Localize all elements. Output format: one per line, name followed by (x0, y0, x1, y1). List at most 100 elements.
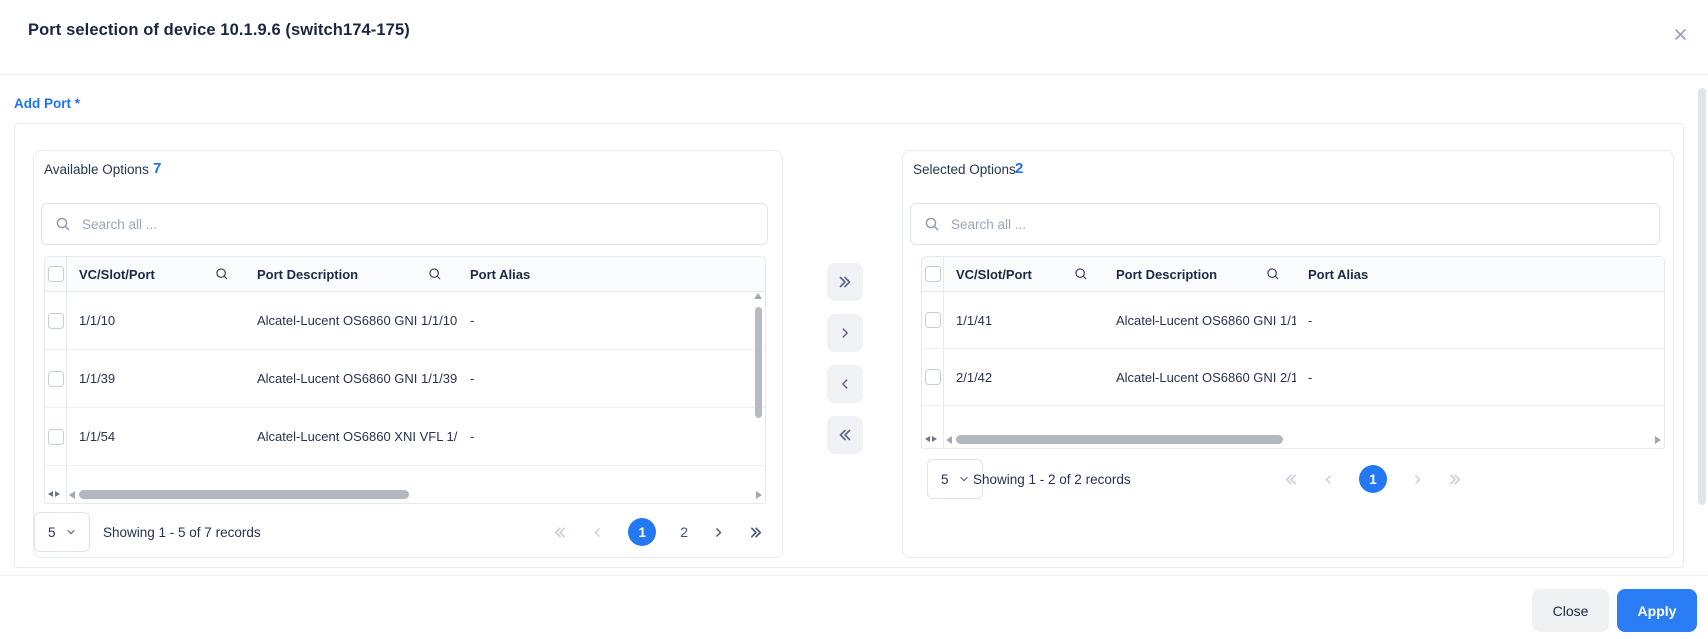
first-page-button[interactable] (552, 525, 567, 540)
pager: 1 (1283, 458, 1463, 500)
header-checkbox-cell (45, 257, 67, 291)
scroll-up-arrow-icon[interactable] (754, 293, 762, 299)
table-row[interactable]: 1/1/39 Alcatel-Lucent OS6860 GNI 1/1/39 … (45, 350, 765, 408)
scroll-right-arrow-icon[interactable] (1655, 436, 1661, 444)
cell-alias: - (470, 313, 475, 328)
column-header-description: Port Description (1104, 267, 1296, 282)
selected-options-count: 2 (1015, 160, 1024, 177)
apply-button[interactable]: Apply (1617, 589, 1697, 632)
cell-description: Alcatel-Lucent OS6860 XNI VFL 1/1/54 (257, 429, 458, 444)
move-all-right-button[interactable] (827, 263, 863, 301)
chevron-down-icon (958, 473, 970, 485)
column-label: VC/Slot/Port (956, 266, 1032, 282)
row-checkbox-cell (45, 350, 67, 407)
last-page-button[interactable] (749, 525, 764, 540)
horizontal-scroll-thumb[interactable] (79, 490, 409, 499)
records-summary: Showing 1 - 5 of 7 records (103, 524, 261, 540)
table-header-row: VC/Slot/Port Port Description Port Alias (922, 257, 1664, 292)
page-size-value: 5 (48, 524, 56, 540)
column-search-icon[interactable] (215, 267, 229, 281)
search-input[interactable] (949, 215, 1659, 233)
available-table: VC/Slot/Port Port Description Port Alias… (44, 256, 766, 504)
column-header-alias: Port Alias (1308, 266, 1369, 282)
column-search-icon[interactable] (1074, 267, 1088, 281)
column-header-description: Port Description (245, 267, 458, 282)
page-button-1[interactable]: 1 (1359, 465, 1387, 493)
page-vertical-scrollbar[interactable] (1698, 88, 1706, 505)
chevron-down-icon (65, 526, 77, 538)
scroll-right-arrow-icon[interactable] (756, 491, 762, 499)
row-checkbox[interactable] (47, 370, 64, 387)
row-checkbox[interactable] (47, 428, 64, 445)
cell-port: 1/1/39 (79, 371, 116, 386)
row-checkbox[interactable] (924, 312, 941, 328)
double-chevron-left-icon (837, 427, 853, 443)
row-checkbox-cell (45, 292, 67, 349)
column-header-alias: Port Alias (470, 266, 531, 282)
cell-port: 1/1/54 (79, 429, 116, 444)
selected-options-title: Selected Options (913, 162, 1016, 177)
horizontal-scrollbar[interactable] (922, 435, 1664, 445)
move-all-left-button[interactable] (827, 416, 863, 454)
dialog-title: Port selection of device 10.1.9.6 (switc… (28, 21, 410, 39)
prev-page-button[interactable] (1322, 473, 1335, 486)
page-button-1[interactable]: 1 (628, 518, 657, 546)
move-right-button[interactable] (827, 314, 863, 352)
next-page-button[interactable] (1411, 473, 1424, 486)
select-all-checkbox[interactable] (47, 266, 64, 282)
column-label: Port Description (257, 266, 359, 282)
prev-page-button[interactable] (591, 526, 604, 539)
double-chevron-right-icon (837, 274, 853, 290)
chevron-left-icon (838, 377, 852, 391)
move-left-button[interactable] (827, 365, 863, 403)
dialog-header: Port selection of device 10.1.9.6 (switc… (0, 0, 1708, 75)
column-header-port: VC/Slot/Port (67, 267, 245, 282)
row-checkbox-cell (922, 349, 944, 405)
row-checkbox-cell (922, 292, 944, 348)
close-icon (1673, 27, 1688, 42)
horizontal-scroll-thumb[interactable] (956, 435, 1283, 444)
search-icon (55, 216, 71, 232)
cell-description: Alcatel-Lucent OS6860 GNI 1/1/39 (257, 371, 458, 386)
select-all-checkbox[interactable] (924, 266, 941, 282)
search-input[interactable] (80, 215, 767, 233)
page-size-select[interactable]: 5 (34, 512, 90, 552)
selected-search (910, 203, 1660, 245)
chevron-right-icon (838, 326, 852, 340)
first-page-button[interactable] (1283, 472, 1298, 487)
vertical-scrollbar[interactable] (753, 293, 763, 418)
column-label: VC/Slot/Port (79, 266, 155, 282)
row-checkbox-cell (45, 408, 67, 465)
close-button[interactable]: Close (1532, 589, 1609, 632)
cell-description: Alcatel-Lucent OS6860 GNI 1/1/10 (257, 313, 458, 328)
table-row[interactable]: 2/1/42 Alcatel-Lucent OS6860 GNI 2/1/42 … (922, 349, 1664, 406)
available-options-count: 7 (153, 160, 162, 177)
cell-alias: - (470, 371, 475, 386)
available-pagination: 5 Showing 1 - 5 of 7 records 1 2 (34, 511, 782, 553)
scroll-left-arrow-icon[interactable] (69, 491, 75, 499)
last-page-button[interactable] (1448, 472, 1463, 487)
vertical-scroll-thumb[interactable] (754, 307, 762, 418)
frozen-column-scroll-stub[interactable] (48, 491, 60, 497)
row-checkbox[interactable] (924, 369, 941, 385)
column-search-icon[interactable] (1266, 267, 1280, 281)
frozen-column-scroll-stub[interactable] (925, 436, 937, 442)
selected-table: VC/Slot/Port Port Description Port Alias… (921, 256, 1665, 449)
pager: 1 2 (552, 511, 764, 553)
cell-alias: - (1308, 312, 1313, 328)
table-row[interactable]: 1/1/41 Alcatel-Lucent OS6860 GNI 1/1/41 … (922, 292, 1664, 349)
page-button-2[interactable]: 2 (680, 524, 688, 540)
cell-description: Alcatel-Lucent OS6860 GNI 1/1/41 (1116, 312, 1296, 328)
row-checkbox[interactable] (47, 312, 64, 329)
cell-port: 1/1/10 (79, 313, 116, 328)
selected-pagination: 5 Showing 1 - 2 of 2 records 1 (903, 458, 1673, 500)
column-search-icon[interactable] (428, 267, 442, 281)
scroll-left-arrow-icon[interactable] (946, 436, 952, 444)
next-page-button[interactable] (712, 526, 725, 539)
table-row[interactable]: 1/1/54 Alcatel-Lucent OS6860 XNI VFL 1/1… (45, 408, 765, 466)
horizontal-scrollbar[interactable] (45, 490, 765, 500)
close-dialog-button[interactable] (1666, 20, 1694, 48)
column-header-port: VC/Slot/Port (944, 267, 1104, 282)
cell-alias: - (470, 429, 475, 444)
table-row[interactable]: 1/1/10 Alcatel-Lucent OS6860 GNI 1/1/10 … (45, 292, 765, 350)
